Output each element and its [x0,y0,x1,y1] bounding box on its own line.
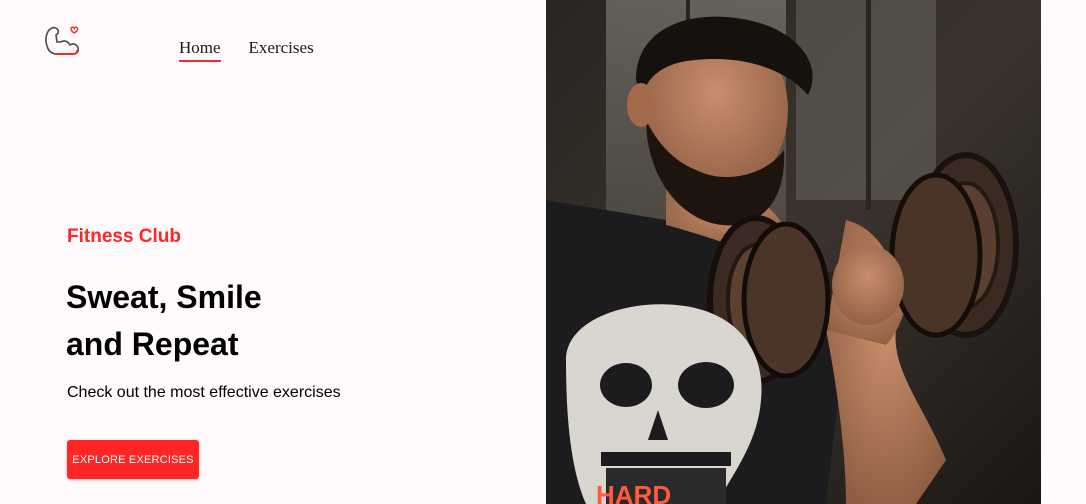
hero-headline: Sweat, Smile and Repeat [66,274,262,368]
hero-headline-line1: Sweat, Smile [66,279,262,315]
hero-banner-image: HARD [546,0,1041,504]
logo-flexed-arm-heart-icon[interactable] [43,22,81,58]
hero-subtext: Check out the most effective exercises [67,384,341,401]
hero-headline-line2: and Repeat [66,326,239,362]
hero-eyebrow: Fitness Club [67,226,182,247]
main-nav: Home Exercises [179,38,314,62]
shirt-print-text: HARD [596,480,671,504]
nav-link-exercises[interactable]: Exercises [249,38,314,62]
landing-page: Home Exercises Fitness Club Sweat, Smile… [0,0,1086,504]
nav-link-home[interactable]: Home [179,38,221,62]
explore-exercises-button[interactable]: EXPLORE EXERCISES [67,440,199,479]
